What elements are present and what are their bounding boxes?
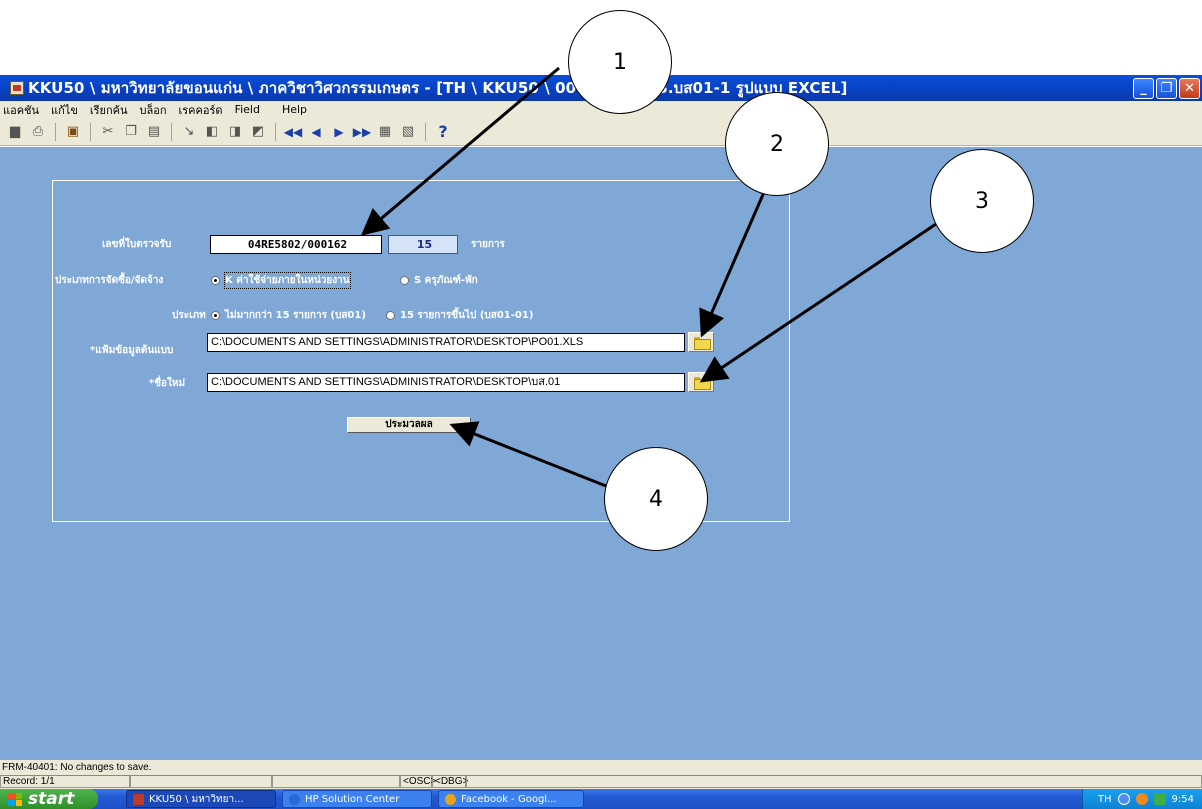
callout-1: 1 xyxy=(568,10,672,114)
callout-4: 4 xyxy=(604,447,708,551)
callout-3: 3 xyxy=(930,149,1034,253)
callout-2: 2 xyxy=(725,92,829,196)
arrow-1 xyxy=(360,66,560,236)
arrow-3 xyxy=(699,222,937,383)
annotation-arrows xyxy=(360,66,937,488)
arrow-2 xyxy=(699,182,770,338)
arrow-4 xyxy=(449,421,607,488)
